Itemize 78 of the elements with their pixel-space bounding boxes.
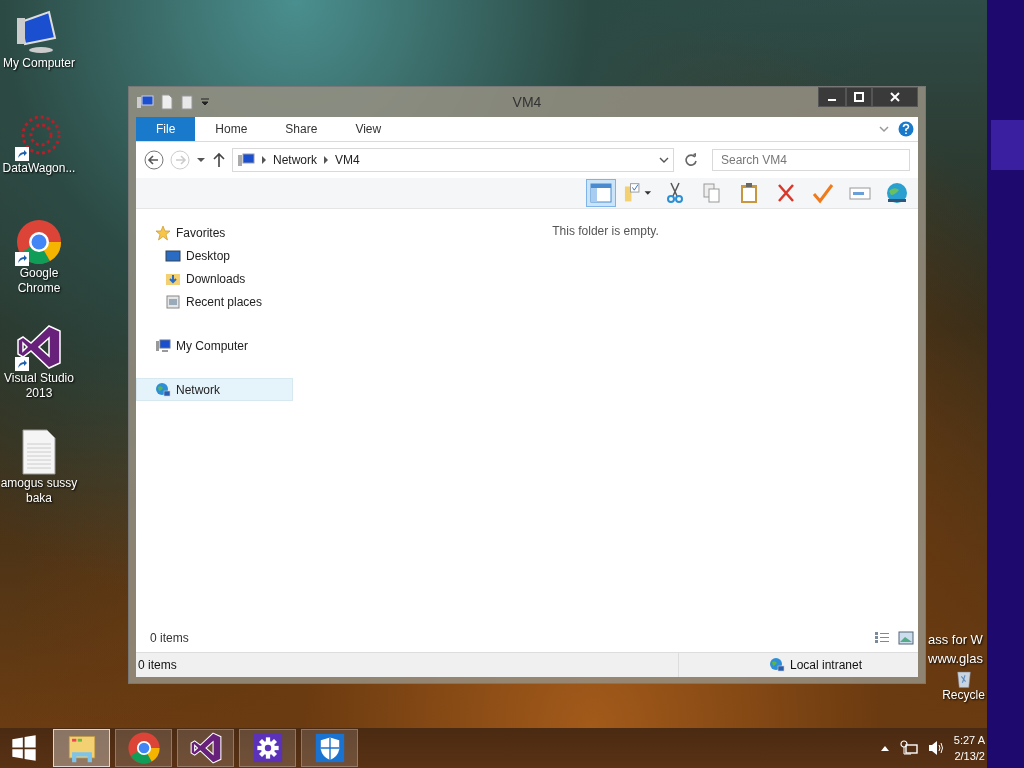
nav-pane-item[interactable]: Favorites <box>136 221 293 244</box>
taskbar-button[interactable] <box>301 729 358 767</box>
desktop-shortcut[interactable]: DataWagon... <box>0 105 78 210</box>
taskbar-button[interactable] <box>239 729 296 767</box>
recycle-bin-label: Recycle <box>941 688 986 703</box>
checkmark-icon <box>812 182 834 204</box>
minimize-button[interactable] <box>818 87 846 107</box>
nav-pane-item[interactable]: Recent places <box>136 290 293 313</box>
clock[interactable]: 5:27 A 2/13/2 <box>953 732 985 764</box>
window-title: VM4 <box>511 94 543 110</box>
security-zone: Local intranet <box>790 658 863 672</box>
address-bar[interactable]: Network VM4 <box>232 148 674 172</box>
desktop-shortcut[interactable]: amogus sussy baka <box>0 420 78 525</box>
search-field[interactable]: Search VM4 <box>712 149 910 171</box>
breadcrumb[interactable]: Network <box>273 153 317 167</box>
maximize-icon <box>854 92 864 102</box>
chrome-icon <box>15 218 63 266</box>
computer-icon <box>237 153 255 167</box>
volume-icon[interactable] <box>927 740 944 756</box>
desktop-icon <box>165 247 181 264</box>
pane-layout-icon <box>590 182 612 204</box>
chevron-icon <box>323 156 329 164</box>
new-folder-icon <box>180 94 194 110</box>
desktop-shortcut[interactable]: My Computer <box>0 0 78 105</box>
windows-logo-icon <box>10 734 38 762</box>
nav-pane-item[interactable]: My Computer <box>136 334 293 357</box>
dropdown-caret-icon <box>659 155 669 165</box>
empty-folder-message: This folder is empty. <box>552 224 659 238</box>
computer-icon <box>155 337 171 354</box>
close-button[interactable] <box>872 87 918 107</box>
chrome-icon <box>126 731 161 765</box>
maximize-button[interactable] <box>846 87 872 107</box>
clock-time: 5:27 A <box>953 733 985 748</box>
recent-places-icon <box>165 293 181 310</box>
clipboard-icon <box>739 182 759 204</box>
chevron-icon <box>261 156 267 164</box>
network-icon <box>155 381 171 398</box>
breadcrumb[interactable]: VM4 <box>335 153 360 167</box>
network-status-icon[interactable] <box>899 740 918 756</box>
desktop-shortcut[interactable]: Visual Studio 2013 <box>0 315 78 420</box>
studio-icon <box>188 731 223 765</box>
nav-pane-item[interactable]: Downloads <box>136 267 293 290</box>
shortcut-arrow-icon <box>15 147 29 161</box>
close-icon <box>890 92 900 102</box>
delete-x-icon <box>776 182 796 204</box>
back-icon[interactable] <box>144 150 164 170</box>
computer-icon <box>136 94 154 110</box>
recycle-bin-icon <box>955 670 972 688</box>
item-count: 0 items <box>150 631 189 645</box>
status-item-count: 0 items <box>138 658 177 672</box>
scissors-icon <box>665 182 685 204</box>
accent-tile <box>991 120 1024 170</box>
nav-pane-item[interactable]: Desktop <box>136 244 293 267</box>
preview-pane-button[interactable] <box>586 179 616 207</box>
recent-locations-caret-icon[interactable] <box>196 155 206 165</box>
properties-icon <box>160 94 174 110</box>
folder-check-icon <box>624 182 652 204</box>
copy-icon <box>702 182 722 204</box>
shortcut-arrow-icon <box>15 252 29 266</box>
help-icon[interactable] <box>898 121 914 137</box>
shortcut-arrow-icon <box>15 357 29 371</box>
star-icon <box>155 224 171 241</box>
details-view-icon[interactable] <box>874 631 890 645</box>
minimize-icon <box>828 99 836 101</box>
overlay-text: www.glas <box>928 650 984 668</box>
up-arrow-icon[interactable] <box>212 152 226 168</box>
desktop-shortcut[interactable]: Google Chrome <box>0 210 78 315</box>
expand-ribbon-icon[interactable] <box>878 123 890 135</box>
network-icon <box>769 657 785 673</box>
taskbar-button[interactable] <box>177 729 234 767</box>
show-hidden-icons-icon[interactable] <box>879 744 890 752</box>
nav-pane-item[interactable]: Network <box>136 378 293 401</box>
customize-caret-icon <box>200 97 210 107</box>
studio-icon <box>15 323 63 371</box>
taskbar-button[interactable] <box>115 729 172 767</box>
overlay-text: ass for W <box>928 631 984 649</box>
clock-date: 2/13/2 <box>954 749 985 764</box>
globe-icon <box>885 181 909 205</box>
